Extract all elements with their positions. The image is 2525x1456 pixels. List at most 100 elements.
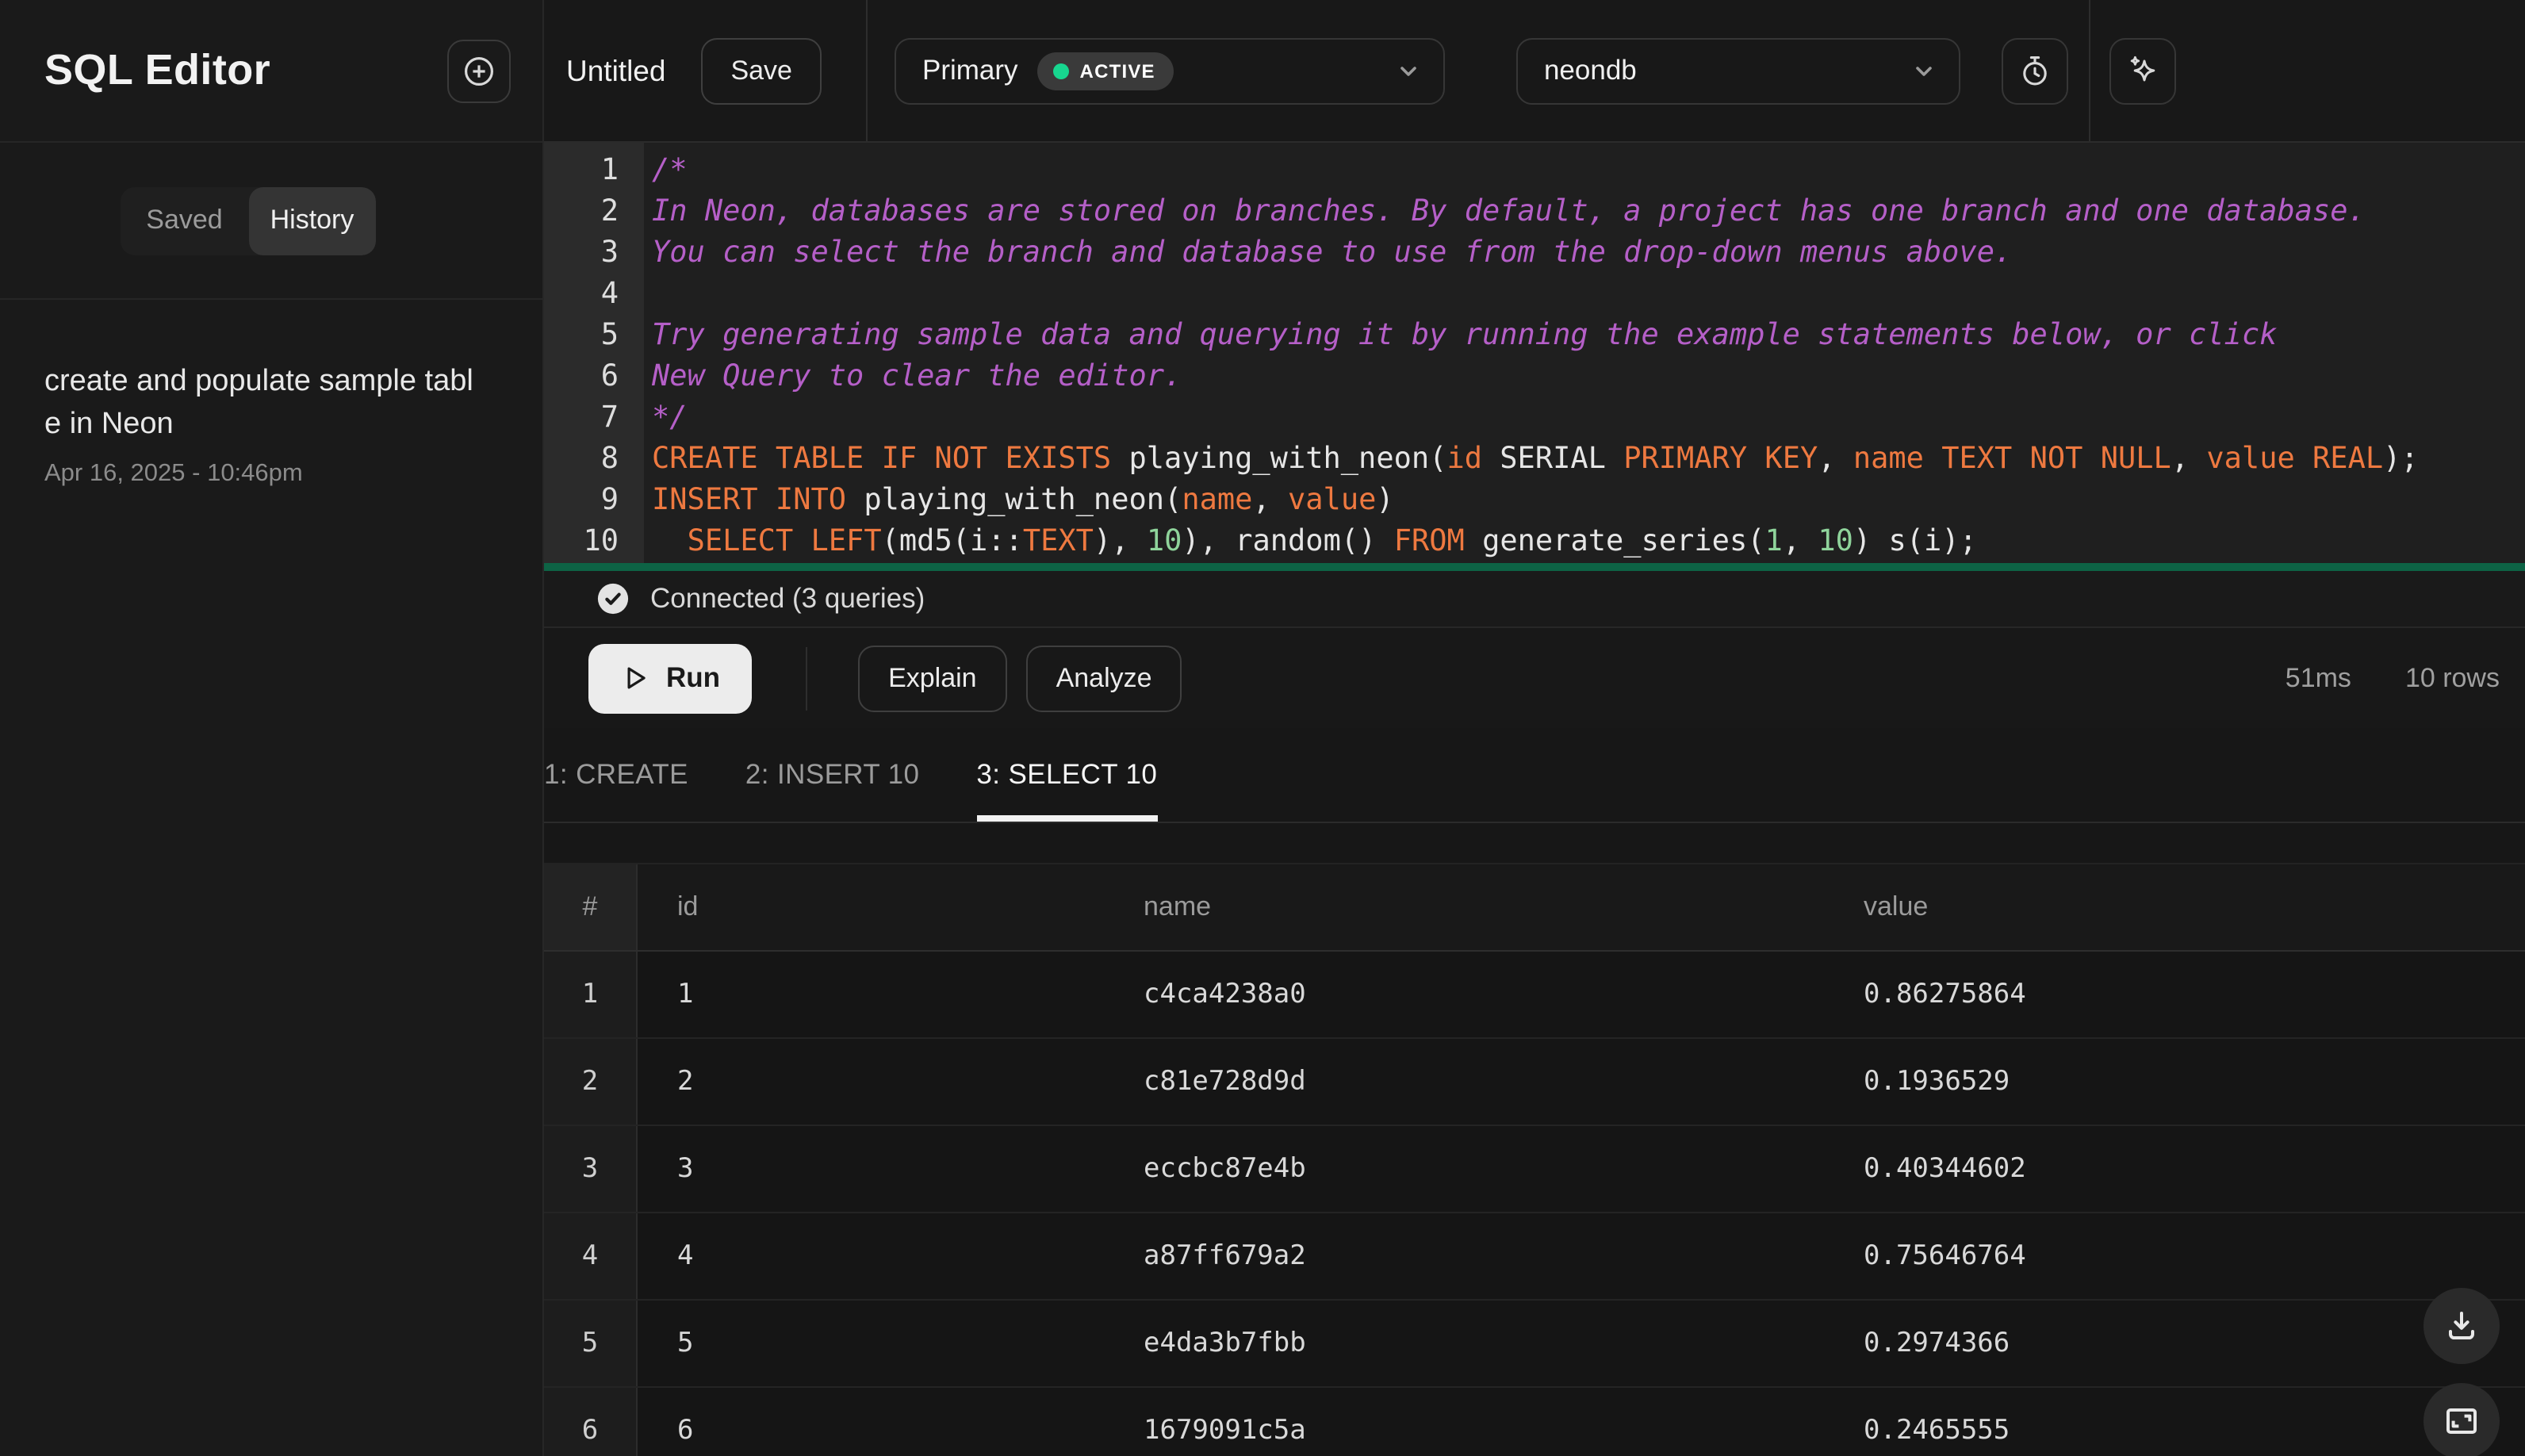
table-header-row: # id name value xyxy=(544,864,2525,952)
line-number: 7 xyxy=(600,401,619,435)
table-cell: 3 xyxy=(677,1153,694,1185)
topbar: Untitled Save Primary ACTIVE neondb xyxy=(544,0,2525,143)
line-number: 9 xyxy=(600,484,619,517)
line-number: 2 xyxy=(600,195,619,228)
run-button[interactable]: Run xyxy=(588,643,753,713)
sidebar-tabs-section: Saved History xyxy=(0,143,542,300)
page-title: SQL Editor xyxy=(44,46,271,94)
table-cell: 1679091c5a xyxy=(1144,1415,1306,1446)
table-cell: 0.1936529 xyxy=(1864,1066,2010,1098)
sparkles-icon xyxy=(2125,52,2163,90)
query-history-timer-button[interactable] xyxy=(2002,37,2069,104)
actions-row: Run Explain Analyze 51ms 10 rows xyxy=(544,628,2525,728)
save-button[interactable]: Save xyxy=(700,37,822,104)
query-name: Untitled xyxy=(566,53,666,86)
table-cell: 2 xyxy=(544,1039,638,1125)
sidebar-header: SQL Editor xyxy=(0,0,542,143)
circle-plus-icon xyxy=(462,53,496,88)
line-number: 8 xyxy=(600,443,619,476)
line-number: 10 xyxy=(583,525,619,558)
connection-status-bar: Connected (3 queries) xyxy=(544,571,2525,628)
line-number: 3 xyxy=(600,236,619,270)
table-row: 6 6 1679091c5a 0.2465555 xyxy=(544,1388,2525,1456)
editor-line: 6 New Query to clear the editor. xyxy=(544,357,2525,398)
topbar-divider xyxy=(2089,0,2091,141)
database-select-value: neondb xyxy=(1543,54,1637,86)
code-line: CREATE TABLE IF NOT EXISTS playing_with_… xyxy=(652,443,2419,476)
database-select[interactable]: neondb xyxy=(1516,37,1961,104)
code-line: New Query to clear the editor. xyxy=(652,360,1182,393)
editor-line: 5 Try generating sample data and querying… xyxy=(544,316,2525,357)
table-cell: c4ca4238a0 xyxy=(1144,979,1306,1010)
code-line: You can select the branch and database t… xyxy=(652,236,2013,270)
download-results-button[interactable] xyxy=(2423,1288,2500,1364)
results-table: # id name value 1 1 c4ca4238a0 0.86275864 2 2 c81e… xyxy=(544,863,2525,1456)
download-icon xyxy=(2443,1307,2481,1345)
table-cell: 3 xyxy=(544,1126,638,1212)
code-line: INSERT INTO playing_with_neon(name, valu… xyxy=(652,484,1394,517)
chevron-down-icon xyxy=(1912,58,1937,83)
saved-history-toggle: Saved History xyxy=(121,186,376,255)
code-line: Try generating sample data and querying … xyxy=(652,319,2278,352)
new-query-button[interactable] xyxy=(447,39,511,102)
table-cell: 2 xyxy=(677,1066,694,1098)
sql-editor[interactable]: 1 /* 2 In Neon, databases are stored on bra… xyxy=(544,143,2525,571)
active-dot-icon xyxy=(1052,63,1069,79)
chevron-down-icon xyxy=(1397,58,1422,83)
result-tabs-gap xyxy=(544,823,2525,863)
history-list: create and populate sample table in Neon… xyxy=(0,300,542,1456)
editor-line: 2 In Neon, databases are stored on branch… xyxy=(544,192,2525,233)
table-cell: 5 xyxy=(544,1301,638,1386)
editor-line: 3 You can select the branch and database … xyxy=(544,233,2525,274)
table-row: 4 4 a87ff679a2 0.75646764 xyxy=(544,1213,2525,1301)
stopwatch-icon xyxy=(2018,53,2053,88)
table-cell: 0.2974366 xyxy=(1864,1328,2010,1359)
table-row: 2 2 c81e728d9d 0.1936529 xyxy=(544,1039,2525,1126)
table-cell: 0.86275864 xyxy=(1864,979,2026,1010)
line-number: 5 xyxy=(600,319,619,352)
check-circle-icon xyxy=(596,582,630,615)
code-line: */ xyxy=(652,401,688,435)
explain-button[interactable]: Explain xyxy=(858,645,1007,711)
table-cell: 5 xyxy=(677,1328,694,1359)
result-tab-2[interactable]: 2: INSERT 10 xyxy=(745,728,919,822)
table-row: 1 1 c4ca4238a0 0.86275864 xyxy=(544,952,2525,1039)
branch-status-badge: ACTIVE xyxy=(1036,52,1174,90)
editor-line: 10 SELECT LEFT(md5(i::TEXT), 10), random… xyxy=(544,522,2525,563)
code-line: SELECT LEFT(md5(i::TEXT), 10), random() … xyxy=(687,525,1977,558)
table-header-cell: name xyxy=(1144,891,1212,921)
table-header-cell: value xyxy=(1864,891,1929,921)
connection-status-text: Connected (3 queries) xyxy=(650,582,925,614)
result-tab-3[interactable]: 3: SELECT 10 xyxy=(976,728,1158,822)
result-tabs: 1: CREATE 2: INSERT 10 3: SELECT 10 xyxy=(544,728,2525,823)
table-cell: 6 xyxy=(544,1388,638,1456)
table-cell: 4 xyxy=(544,1213,638,1299)
actions-divider xyxy=(806,646,808,710)
topbar-divider xyxy=(866,0,868,141)
expand-results-button[interactable] xyxy=(2423,1383,2500,1456)
table-cell: 1 xyxy=(544,952,638,1037)
line-number: 6 xyxy=(600,360,619,393)
play-icon xyxy=(620,663,650,693)
ai-assist-button[interactable] xyxy=(2109,37,2177,104)
editor-line: 9 INSERT INTO playing_with_neon(name, val… xyxy=(544,481,2525,522)
table-row: 5 5 e4da3b7fbb 0.2974366 xyxy=(544,1301,2525,1388)
analyze-button[interactable]: Analyze xyxy=(1025,645,1182,711)
branch-status-label: ACTIVE xyxy=(1079,59,1155,82)
table-cell: 0.2465555 xyxy=(1864,1415,2010,1446)
query-duration: 51ms xyxy=(2285,662,2351,692)
sidebar-tab-saved[interactable]: Saved xyxy=(121,186,248,255)
table-cell: c81e728d9d xyxy=(1144,1066,1306,1098)
sidebar-tab-history[interactable]: History xyxy=(248,186,376,255)
line-number: 4 xyxy=(600,278,619,311)
sql-editor-app: SQL Editor Saved History create and popul… xyxy=(0,0,2525,1456)
table-cell: 0.40344602 xyxy=(1864,1153,2026,1185)
branch-select[interactable]: Primary ACTIVE xyxy=(895,37,1446,104)
table-cell: eccbc87e4b xyxy=(1144,1153,1306,1185)
history-item[interactable]: create and populate sample table in Neon… xyxy=(44,360,498,489)
fullscreen-icon xyxy=(2443,1402,2481,1440)
table-cell: e4da3b7fbb xyxy=(1144,1328,1306,1359)
code-line: /* xyxy=(652,154,688,187)
result-tab-1[interactable]: 1: CREATE xyxy=(544,728,688,822)
table-header-cell: # xyxy=(544,864,638,950)
